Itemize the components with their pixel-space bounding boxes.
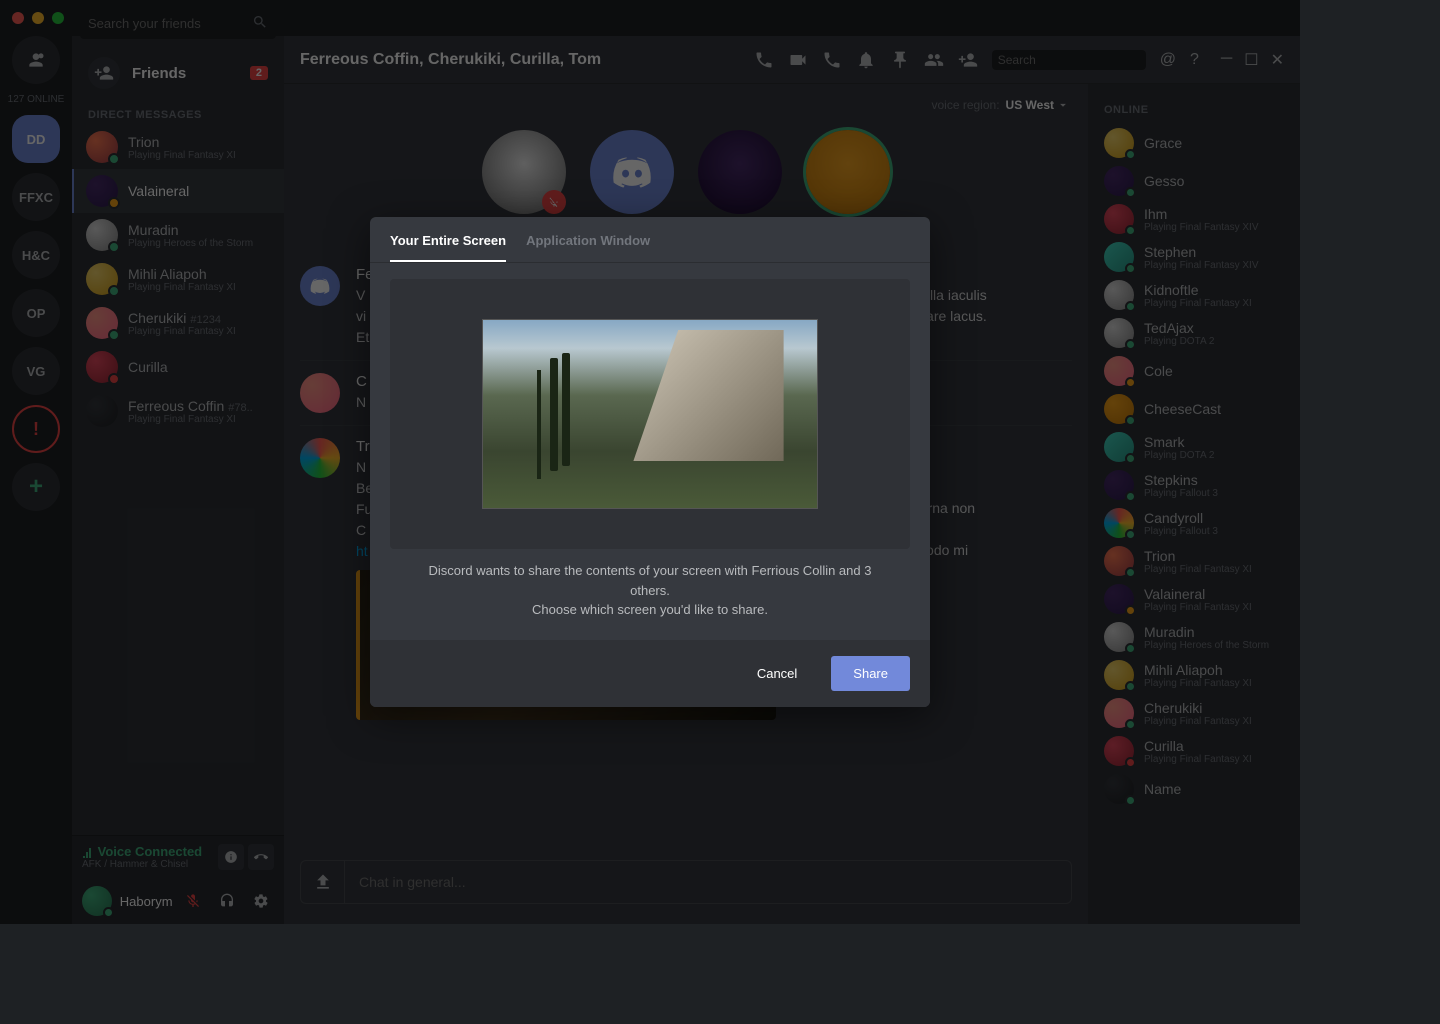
cancel-button[interactable]: Cancel [735,656,819,691]
screen-preview[interactable] [390,279,910,549]
modal-description: Discord wants to share the contents of y… [390,549,910,624]
screen-share-modal: Your Entire Screen Application Window Di… [370,217,930,707]
modal-footer: Cancel Share [370,640,930,707]
screen-thumbnail [482,319,818,509]
share-button[interactable]: Share [831,656,910,691]
tab-entire-screen[interactable]: Your Entire Screen [390,233,506,262]
tab-application-window[interactable]: Application Window [526,233,650,262]
modal-tabs: Your Entire Screen Application Window [370,217,930,263]
modal-overlay[interactable]: Your Entire Screen Application Window Di… [0,0,1300,924]
